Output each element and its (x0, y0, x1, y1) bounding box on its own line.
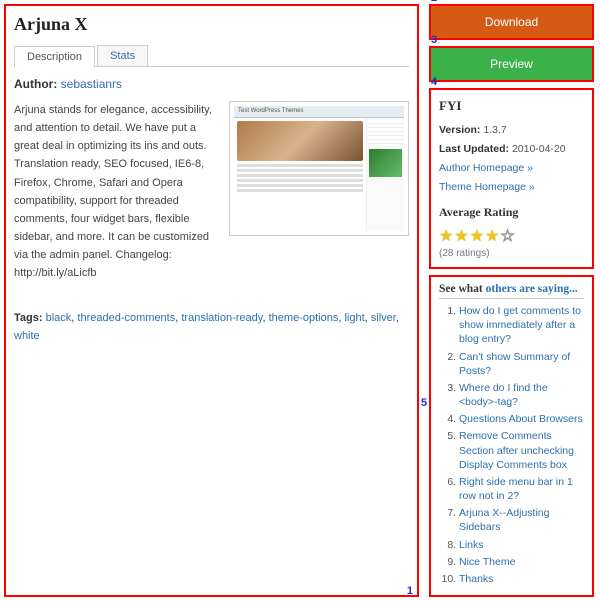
thumb-side-image (369, 149, 402, 177)
forum-heading: See what others are saying... (439, 283, 584, 299)
tags-block: Tags: black, threaded-comments, translat… (14, 310, 409, 345)
star-icon: ★ (439, 228, 454, 245)
theme-description: Arjuna stands for elegance, accessibilit… (14, 101, 219, 282)
forum-link[interactable]: How do I get comments to show immediatel… (459, 305, 581, 345)
annotation-5: 5 (421, 397, 427, 409)
forum-link[interactable]: Links (459, 539, 484, 551)
author-line: Author: sebastianrs (14, 77, 409, 91)
forum-panel: 5 See what others are saying... How do I… (429, 275, 594, 597)
preview-label: Preview (490, 57, 533, 71)
preview-button[interactable]: 3 Preview (429, 46, 594, 82)
list-item: How do I get comments to show immediatel… (459, 304, 584, 347)
version-value: 1.3.7 (483, 124, 506, 136)
forum-link[interactable]: Thanks (459, 573, 493, 585)
version-label: Version: (439, 124, 480, 136)
tab-description[interactable]: Description (14, 46, 95, 67)
tab-bar: Description Stats (14, 45, 409, 67)
thumb-hero-image (237, 121, 363, 161)
theme-title: Arjuna X (14, 14, 409, 35)
avg-rating-label: Average Rating (439, 205, 518, 219)
thumb-header-text: Test WordPress Themes (234, 106, 404, 118)
download-label: Download (485, 15, 538, 29)
list-item: Remove Comments Section after unchecking… (459, 429, 584, 472)
updated-value: 2010-04-20 (512, 143, 566, 155)
list-item: Where do I find the <body>-tag? (459, 381, 584, 409)
author-homepage-link[interactable]: Author Homepage » (439, 162, 533, 174)
ratings-count: (28 ratings) (439, 248, 584, 259)
list-item: Can't show Summary of Posts? (459, 350, 584, 378)
theme-screenshot[interactable]: Test WordPress Themes (229, 101, 409, 236)
list-item: Questions About Browsers (459, 412, 584, 426)
forum-link[interactable]: Questions About Browsers (459, 413, 583, 425)
tag-link[interactable]: light (344, 312, 364, 324)
star-rating[interactable]: ★★★★☆ (439, 226, 584, 246)
annotation-3: 3 (431, 34, 437, 46)
updated-label: Last Updated: (439, 143, 509, 155)
theme-detail-panel: Arjuna X Description Stats Author: sebas… (4, 4, 419, 597)
download-button[interactable]: 2 Download (429, 4, 594, 40)
star-icon: ☆ (500, 228, 515, 245)
tag-link[interactable]: silver (371, 312, 396, 324)
forum-link[interactable]: Nice Theme (459, 556, 515, 568)
fyi-panel: 4 FYI Version: 1.3.7 Last Updated: 2010-… (429, 88, 594, 269)
forum-link[interactable]: Arjuna X--Adjusting Sidebars (459, 507, 549, 533)
list-item: Thanks (459, 572, 584, 586)
list-item: Arjuna X--Adjusting Sidebars (459, 506, 584, 534)
annotation-4: 4 (431, 76, 437, 88)
forum-link[interactable]: Right side menu bar in 1 row not in 2? (459, 476, 573, 502)
tab-stats[interactable]: Stats (97, 45, 148, 66)
tag-link[interactable]: black (46, 312, 72, 324)
tag-link[interactable]: translation-ready (181, 312, 262, 324)
forum-link[interactable]: Can't show Summary of Posts? (459, 351, 570, 377)
tags-label: Tags: (14, 312, 43, 324)
theme-homepage-link[interactable]: Theme Homepage » (439, 181, 535, 193)
forum-link[interactable]: Remove Comments Section after unchecking… (459, 430, 574, 470)
star-icon: ★ (454, 228, 469, 245)
tag-link[interactable]: white (14, 330, 40, 342)
annotation-1: 1 (407, 585, 413, 597)
tag-link[interactable]: theme-options (269, 312, 339, 324)
annotation-2: 2 (431, 0, 437, 4)
list-item: Nice Theme (459, 555, 584, 569)
author-link[interactable]: sebastianrs (61, 77, 122, 91)
forum-list: How do I get comments to show immediatel… (439, 304, 584, 586)
list-item: Right side menu bar in 1 row not in 2? (459, 475, 584, 503)
forum-link[interactable]: Where do I find the <body>-tag? (459, 382, 548, 408)
thumb-calendar (369, 120, 402, 146)
star-icon: ★ (485, 228, 500, 245)
list-item: Links (459, 538, 584, 552)
forum-heading-link[interactable]: others are saying... (486, 283, 578, 295)
author-label: Author: (14, 77, 57, 91)
fyi-heading: FYI (439, 98, 584, 114)
forum-heading-prefix: See what (439, 283, 486, 295)
tag-link[interactable]: threaded-comments (77, 312, 175, 324)
star-icon: ★ (470, 228, 485, 245)
